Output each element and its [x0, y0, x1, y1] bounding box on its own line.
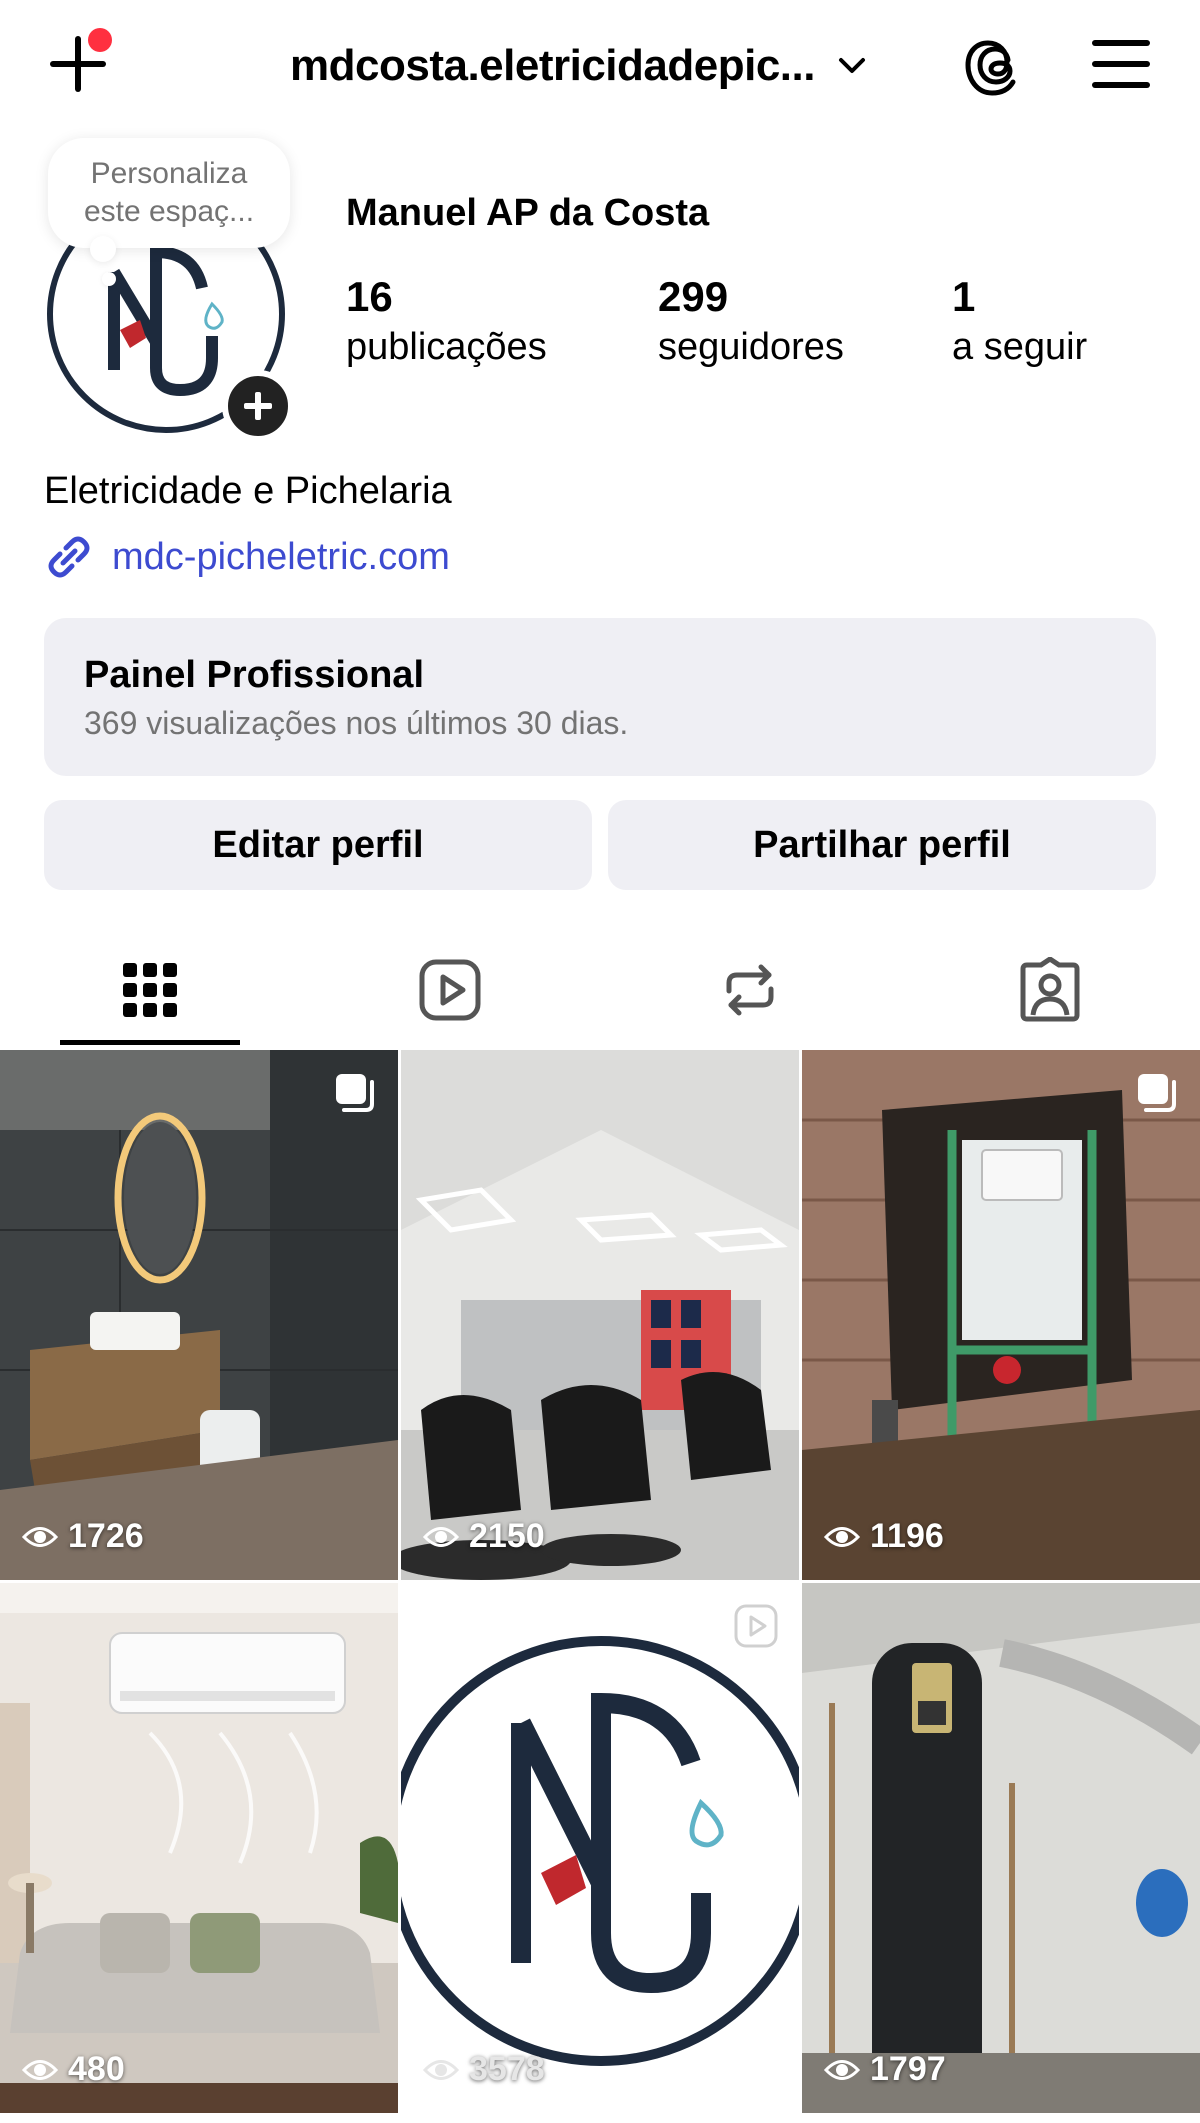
- view-count: 1797: [824, 2050, 946, 2089]
- tab-posts[interactable]: [60, 932, 240, 1048]
- view-count: 1726: [22, 1517, 144, 1556]
- menu-icon[interactable]: [1092, 38, 1152, 90]
- stat-following-label: a seguir: [952, 326, 1088, 368]
- post-image-logo: [401, 1583, 799, 2113]
- view-count: 3578: [423, 2050, 545, 2089]
- edit-profile-button[interactable]: Editar perfil: [44, 800, 592, 890]
- tagged-icon: [1020, 957, 1080, 1022]
- carousel-icon: [336, 1074, 374, 1112]
- post-image-water-heater: [802, 1583, 1200, 2113]
- stat-following-value: 1: [952, 273, 976, 320]
- view-count: 1196: [824, 1517, 944, 1556]
- tab-selected-indicator: [60, 1040, 240, 1045]
- reel-icon: [734, 1604, 778, 1648]
- view-count-value: 3578: [469, 2050, 545, 2088]
- stat-posts[interactable]: 16 publicações: [346, 272, 547, 372]
- post-tile[interactable]: 3578: [401, 1583, 799, 2113]
- post-image-air-conditioner: [0, 1583, 398, 2113]
- view-count-value: 1797: [870, 2050, 946, 2088]
- stat-posts-value: 16: [346, 273, 393, 320]
- tab-reels[interactable]: [360, 932, 540, 1048]
- grid-icon: [123, 963, 177, 1017]
- note-bubble[interactable]: Personaliza este espaç...: [48, 138, 290, 248]
- pro-panel-title: Painel Profissional: [84, 654, 424, 696]
- view-count: 2150: [423, 1517, 545, 1556]
- note-tail: [90, 236, 116, 262]
- top-bar: mdcosta.eletricidadepic...: [0, 0, 1200, 132]
- note-text: Personaliza este espaç...: [83, 157, 255, 228]
- stat-followers[interactable]: 299 seguidores: [658, 272, 844, 372]
- post-tile[interactable]: 480: [0, 1583, 398, 2113]
- profile-tabs: [0, 932, 1200, 1048]
- chevron-down-icon: [838, 58, 865, 73]
- post-image-plumbing: [802, 1050, 1200, 1580]
- notification-dot: [88, 28, 112, 52]
- tab-reposts[interactable]: [660, 932, 840, 1048]
- view-count: 480: [22, 2050, 125, 2089]
- view-count-value: 1196: [870, 1517, 944, 1555]
- post-image-bathroom: [0, 1050, 398, 1580]
- bio-category: Eletricidade e Pichelaria: [44, 470, 452, 512]
- link-icon: [48, 536, 90, 578]
- post-tile[interactable]: 1797: [802, 1583, 1200, 2113]
- eye-icon: [824, 2059, 860, 2080]
- stat-followers-label: seguidores: [658, 326, 844, 368]
- stat-posts-label: publicações: [346, 326, 547, 368]
- eye-icon: [423, 2059, 459, 2080]
- bio-link-text: mdc-picheletric.com: [112, 535, 450, 578]
- add-story-button[interactable]: [222, 370, 294, 442]
- view-count-value: 1726: [68, 1517, 144, 1555]
- bio-link[interactable]: mdc-picheletric.com: [44, 532, 450, 582]
- tab-tagged[interactable]: [960, 932, 1140, 1048]
- post-tile[interactable]: 1726: [0, 1050, 398, 1580]
- eye-icon: [22, 1526, 58, 1547]
- eye-icon: [824, 1526, 860, 1547]
- post-tile[interactable]: 1196: [802, 1050, 1200, 1580]
- stat-following[interactable]: 1 a seguir: [952, 272, 1087, 372]
- stat-followers-value: 299: [658, 273, 729, 320]
- threads-icon[interactable]: [964, 32, 1030, 98]
- carousel-icon: [1138, 1074, 1176, 1112]
- reels-icon: [419, 959, 481, 1021]
- professional-dashboard[interactable]: Painel Profissional 369 visualizações no…: [44, 618, 1156, 776]
- eye-icon: [423, 1526, 459, 1547]
- account-switcher[interactable]: mdcosta.eletricidadepic...: [290, 38, 867, 94]
- username: mdcosta.eletricidadepic...: [290, 41, 815, 90]
- view-count-value: 2150: [469, 1517, 545, 1555]
- share-profile-button[interactable]: Partilhar perfil: [608, 800, 1156, 890]
- reposts-icon: [726, 964, 774, 1016]
- post-tile[interactable]: 2150: [401, 1050, 799, 1580]
- pro-panel-subtitle: 369 visualizações nos últimos 30 dias.: [84, 705, 629, 741]
- full-name: Manuel AP da Costa: [346, 192, 710, 234]
- eye-icon: [22, 2059, 58, 2080]
- view-count-value: 480: [68, 2050, 125, 2088]
- note-tail-small: [102, 272, 116, 286]
- post-image-barbershop: [401, 1050, 799, 1580]
